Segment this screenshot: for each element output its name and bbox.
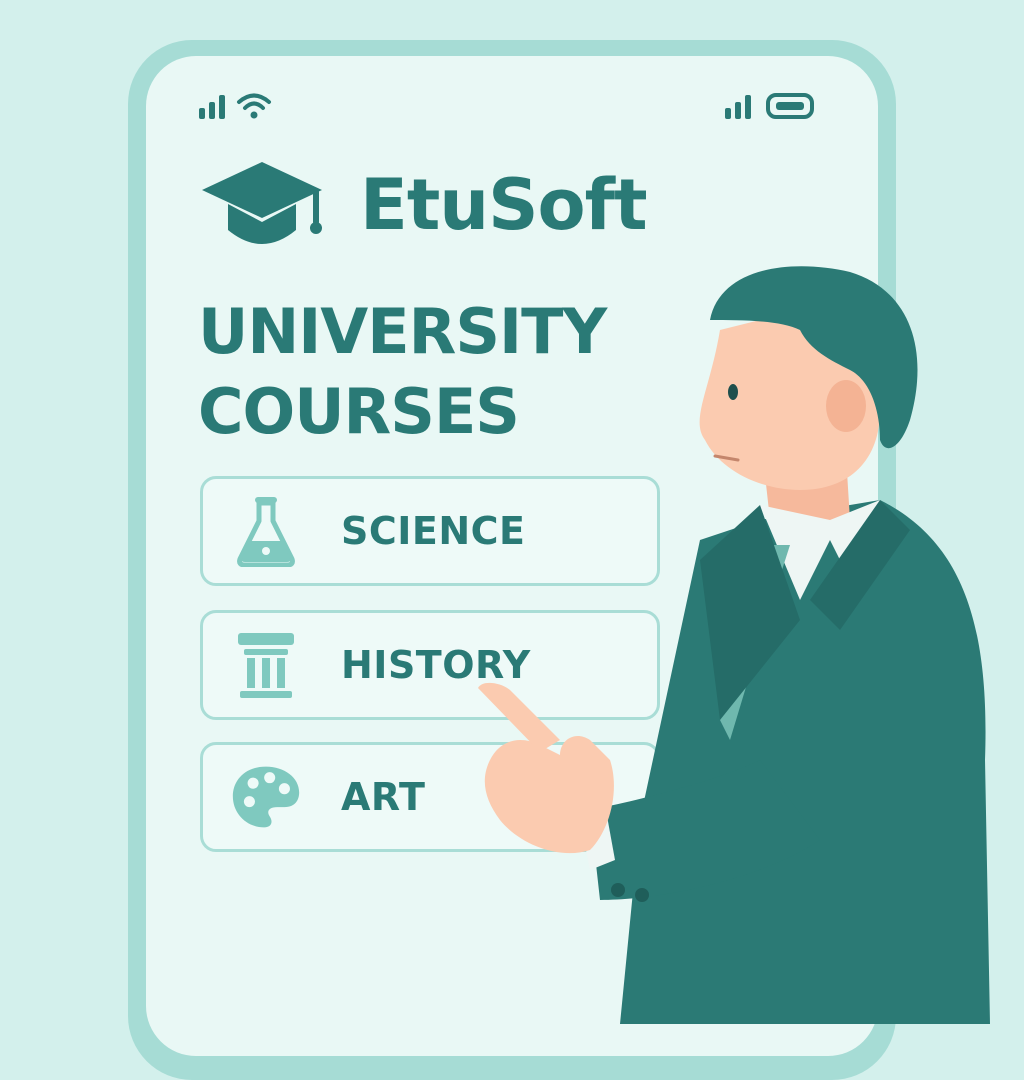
course-button-science[interactable]: SCIENCE xyxy=(200,476,660,586)
status-bar-right xyxy=(724,92,816,120)
page-title: UNIVERSITY COURSES xyxy=(198,295,607,448)
course-button-history[interactable]: HISTORY xyxy=(200,610,660,720)
app-name: EtuSoft xyxy=(360,164,648,246)
course-label: SCIENCE xyxy=(341,509,526,553)
course-button-art[interactable]: ART xyxy=(200,742,660,852)
signal-icon xyxy=(725,95,751,119)
course-label: ART xyxy=(341,775,426,819)
graduation-cap-icon xyxy=(202,162,322,244)
column-icon xyxy=(231,630,301,700)
app-logo: EtuSoft xyxy=(200,160,648,250)
wifi-icon xyxy=(237,93,271,119)
palette-icon xyxy=(231,762,301,832)
status-bar-left xyxy=(198,92,272,120)
course-label: HISTORY xyxy=(341,643,531,687)
flask-icon xyxy=(231,496,301,567)
signal-icon xyxy=(199,95,225,119)
battery-icon xyxy=(766,93,814,119)
